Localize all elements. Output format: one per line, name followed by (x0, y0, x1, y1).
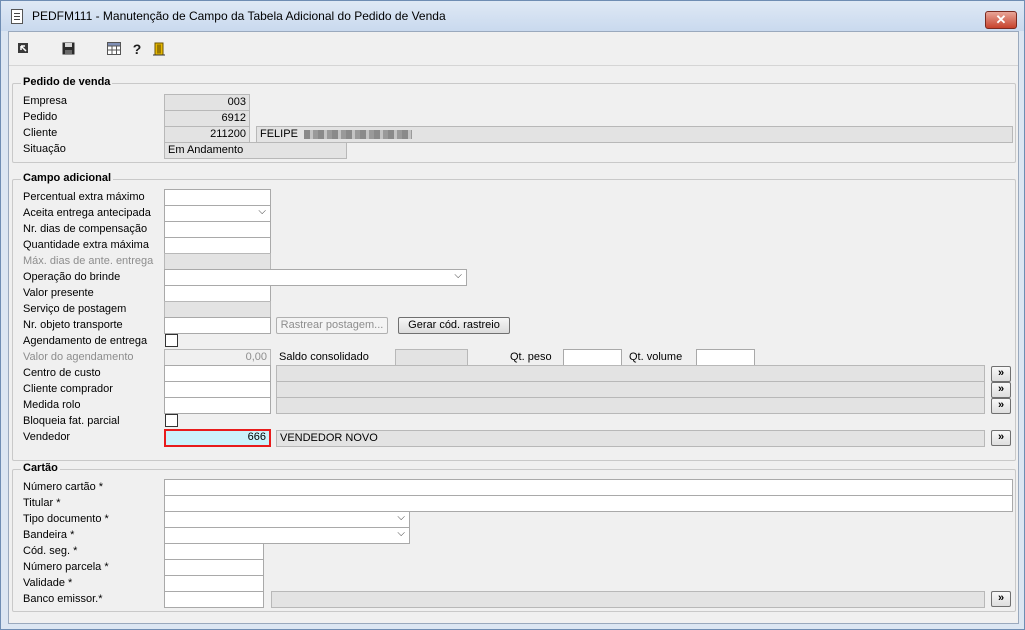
centro-label: Centro de custo (23, 367, 101, 379)
tipo-documento-label: Tipo documento * (23, 513, 109, 525)
cod-seg-label: Cód. seg. * (23, 545, 78, 557)
situacao-field: Em Andamento (164, 142, 347, 159)
cliente-name-field: FELIPE (256, 126, 1013, 143)
banco-emissor-desc-field (271, 591, 985, 608)
validade-label: Validade * (23, 577, 73, 589)
door-exit-icon[interactable] (152, 42, 166, 56)
main-window: PEDFM111 - Manutenção de Campo da Tabela… (0, 0, 1025, 630)
qt-volume-input[interactable] (696, 349, 755, 366)
cod-seg-input[interactable] (164, 543, 264, 560)
tipo-documento-select[interactable] (164, 511, 410, 528)
cliente-code-field: 211200 (164, 126, 250, 143)
campo-legend: Campo adicional (21, 172, 114, 184)
qt-peso-input[interactable] (563, 349, 622, 366)
empresa-field: 003 (164, 94, 250, 111)
cliente-label: Cliente (23, 127, 58, 139)
numero-parcela-input[interactable] (164, 559, 264, 576)
servico-input (164, 301, 271, 318)
vendedor-name-field: VENDEDOR NOVO (276, 430, 985, 447)
titular-label: Titular * (23, 497, 61, 509)
valor-presente-label: Valor presente (23, 287, 94, 299)
percentual-input[interactable] (164, 189, 271, 206)
valor-presente-input[interactable] (164, 285, 271, 302)
pedido-legend: Pedido de venda (21, 76, 113, 88)
nr-objeto-label: Nr. objeto transporte (23, 319, 123, 331)
cliente-comprador-label: Cliente comprador (23, 383, 113, 395)
banco-emissor-label: Banco emissor.* (23, 593, 103, 605)
operacao-select[interactable] (164, 269, 467, 286)
bloqueia-label: Bloqueia fat. parcial (23, 415, 120, 427)
operacao-label: Operação do brinde (23, 271, 121, 283)
rastrear-button: Rastrear postagem... (276, 317, 388, 334)
situacao-label: Situação (23, 143, 66, 155)
bandeira-label: Bandeira * (23, 529, 75, 541)
campo-adicional-group: Campo adicional Percentual extra máximo … (12, 172, 1016, 461)
bloqueia-checkbox[interactable] (165, 414, 178, 427)
percentual-label: Percentual extra máximo (23, 191, 145, 203)
document-icon (11, 9, 23, 24)
toolbar: ? (9, 32, 1018, 66)
titular-input[interactable] (164, 495, 1013, 512)
pedido-label: Pedido (23, 111, 58, 123)
numero-parcela-label: Número parcela * (23, 561, 109, 573)
close-button[interactable]: ✕ (985, 11, 1017, 29)
help-icon[interactable]: ? (130, 42, 144, 56)
centro-input[interactable] (164, 365, 271, 382)
client-area: ? Pedido de venda Empresa 003 Pedido 691… (8, 31, 1019, 624)
cliente-comprador-desc-field (276, 381, 985, 398)
save-icon[interactable] (61, 42, 75, 56)
max-dias-label: Máx. dias de ante. entrega (23, 255, 154, 267)
bandeira-select[interactable] (164, 527, 410, 544)
vendedor-input[interactable]: 666 (164, 429, 271, 447)
saldo-field (395, 349, 468, 366)
pedido-field: 6912 (164, 110, 250, 127)
nr-objeto-input[interactable] (164, 317, 271, 334)
aceita-select[interactable] (164, 205, 271, 222)
medida-label: Medida rolo (23, 399, 81, 411)
redacted-text (303, 129, 412, 139)
validade-input[interactable] (164, 575, 264, 592)
qtd-extra-label: Quantidade extra máxima (23, 239, 149, 251)
gerar-codigo-button[interactable]: Gerar cód. rastreio (398, 317, 510, 334)
pedido-group: Pedido de venda Empresa 003 Pedido 6912 … (12, 76, 1016, 163)
numero-cartao-label: Número cartão * (23, 481, 104, 493)
servico-label: Serviço de postagem (23, 303, 127, 315)
qt-volume-label: Qt. volume (629, 351, 683, 363)
window-title: PEDFM111 - Manutenção de Campo da Tabela… (32, 9, 446, 23)
vendedor-lookup-button[interactable]: » (991, 430, 1011, 446)
qtd-extra-input[interactable] (164, 237, 271, 254)
aceita-label: Aceita entrega antecipada (23, 207, 151, 219)
title-bar[interactable]: PEDFM111 - Manutenção de Campo da Tabela… (1, 1, 1024, 31)
empresa-label: Empresa (23, 95, 68, 107)
max-dias-input (164, 253, 271, 270)
medida-desc-field (276, 397, 985, 414)
valor-agend-field: 0,00 (164, 349, 271, 366)
dias-comp-label: Nr. dias de compensação (23, 223, 148, 235)
centro-desc-field (276, 365, 985, 382)
table-icon[interactable] (107, 42, 121, 56)
banco-lookup-button[interactable]: » (991, 591, 1011, 607)
medida-lookup-button[interactable]: » (991, 398, 1011, 414)
numero-cartao-input[interactable] (164, 479, 1013, 496)
cartao-legend: Cartão (21, 462, 60, 474)
cliente-comprador-input[interactable] (164, 381, 271, 398)
agendamento-checkbox[interactable] (165, 334, 178, 347)
saldo-label: Saldo consolidado (279, 351, 369, 363)
exit-arrow-icon[interactable] (16, 42, 30, 56)
cliente-name-text: FELIPE (260, 128, 298, 140)
vendedor-label: Vendedor (23, 431, 71, 443)
valor-agend-label: Valor do agendamento (23, 351, 134, 363)
medida-input[interactable] (164, 397, 271, 414)
banco-emissor-input[interactable] (164, 591, 264, 608)
cartao-group: Cartão Número cartão * Titular * Tipo do… (12, 462, 1016, 612)
agendamento-label: Agendamento de entrega (23, 335, 148, 347)
dias-comp-input[interactable] (164, 221, 271, 238)
qt-peso-label: Qt. peso (510, 351, 552, 363)
centro-lookup-button[interactable]: » (991, 366, 1011, 382)
cliente-comprador-lookup-button[interactable]: » (991, 382, 1011, 398)
